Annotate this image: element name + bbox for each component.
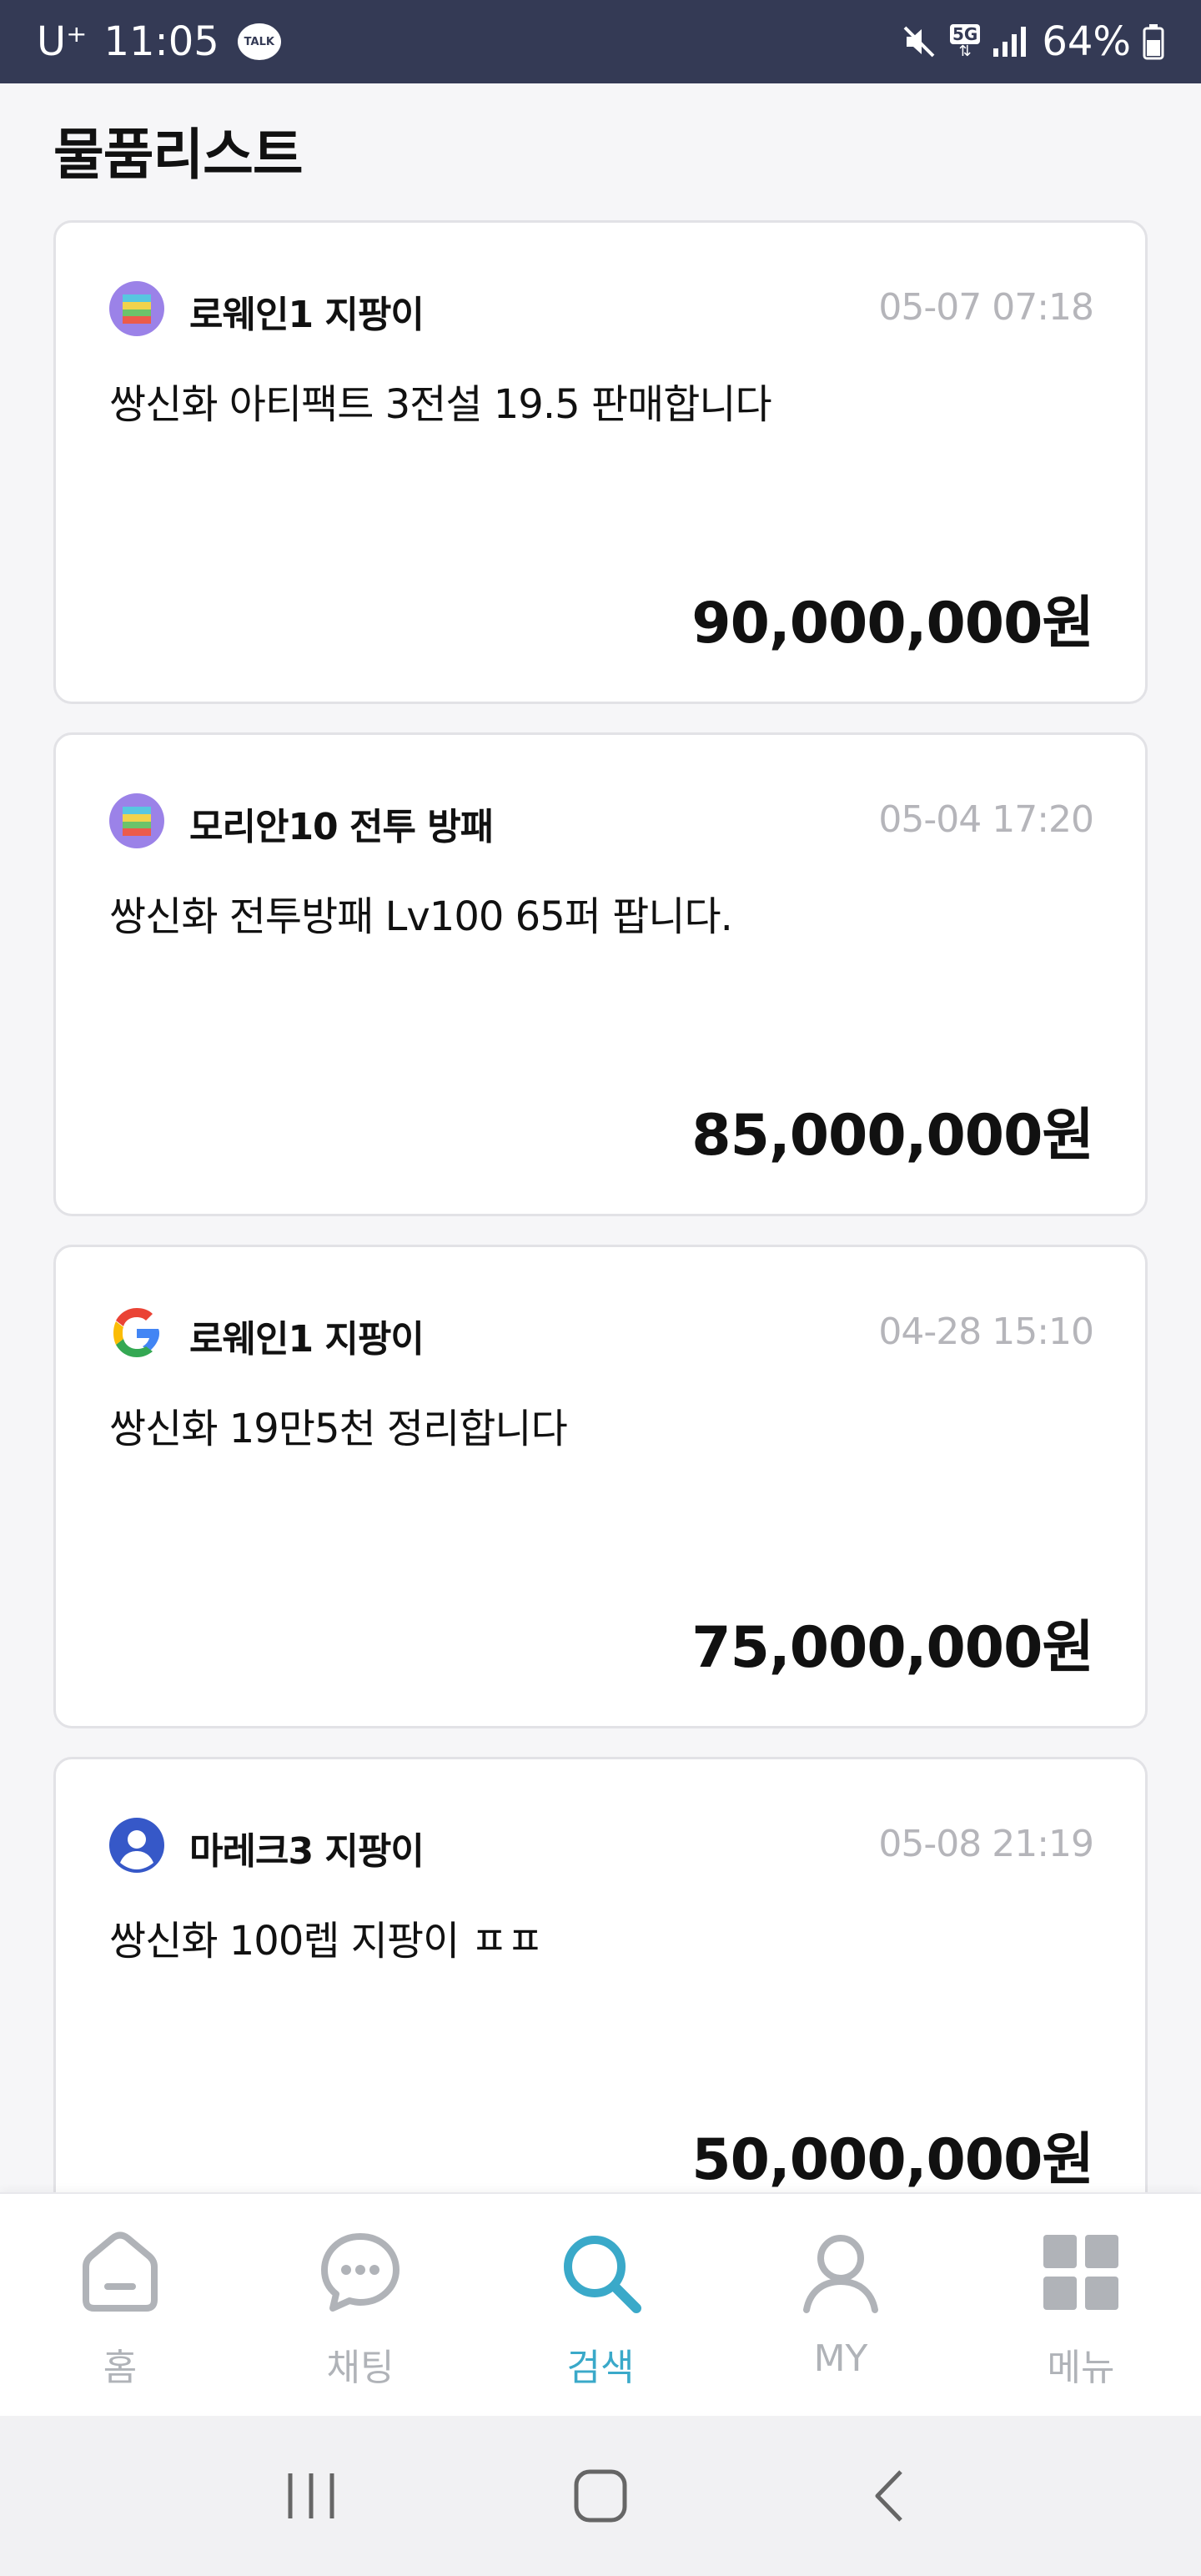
listing-date: 04-28 15:10 <box>878 1311 1094 1353</box>
battery-percent: 64% <box>1042 18 1131 65</box>
listing-server: 로웨인1 지팡이 <box>189 294 425 336</box>
mute-icon <box>903 26 935 58</box>
nav-search[interactable]: 검색 <box>480 2194 721 2416</box>
listing-price: 75,000,000원 <box>691 1615 1094 1681</box>
recent-apps-icon <box>288 2473 334 2518</box>
search-icon <box>550 2222 651 2322</box>
nav-chat[interactable]: 채팅 <box>240 2194 480 2416</box>
user-avatar-icon <box>109 1818 164 1873</box>
listing-price: 85,000,000원 <box>691 1103 1094 1169</box>
listing-card[interactable]: 마레크3 지팡이 05-08 21:19 쌍신화 100렙 지팡이 ㅍㅍ 50,… <box>53 1757 1148 2241</box>
recent-apps-button[interactable] <box>269 2454 353 2538</box>
listing-server: 모리안10 전투 방패 <box>189 806 494 848</box>
status-right: 5G ⇅ 64% <box>900 18 1164 65</box>
colorful-avatar-icon <box>109 281 164 336</box>
listing-date: 05-07 07:18 <box>878 286 1094 329</box>
page-title: 물품리스트 <box>53 123 304 187</box>
nav-chat-label: 채팅 <box>326 2347 394 2389</box>
person-icon <box>791 2222 891 2322</box>
colorful-avatar-icon <box>109 793 164 848</box>
nav-home-label: 홈 <box>103 2347 138 2389</box>
signal-icon <box>993 27 1027 57</box>
nav-search-label: 검색 <box>566 2347 635 2389</box>
nav-menu-label: 메뉴 <box>1047 2347 1115 2389</box>
listing-title: 쌍신화 19만5천 정리합니다 <box>109 1406 568 1452</box>
listing-server: 로웨인1 지팡이 <box>189 1318 425 1361</box>
listing-date: 05-08 21:19 <box>878 1823 1094 1865</box>
network-label: 5G <box>949 24 981 44</box>
home-button[interactable] <box>559 2454 642 2538</box>
nav-home[interactable]: 홈 <box>0 2194 240 2416</box>
listing-date: 05-04 17:20 <box>878 798 1094 841</box>
carrier-label: U⁺ <box>37 18 88 65</box>
listing-card[interactable]: 모리안10 전투 방패 05-04 17:20 쌍신화 전투방패 Lv100 6… <box>53 732 1148 1216</box>
chat-icon <box>310 2222 410 2322</box>
data-arrows-icon: ⇅ <box>958 43 972 60</box>
grid-menu-icon <box>1031 2222 1131 2322</box>
bottom-nav: 홈 채팅 검색 MY 메뉴 <box>0 2192 1201 2416</box>
battery-icon <box>1143 24 1164 60</box>
listing-price: 90,000,000원 <box>691 591 1094 657</box>
listing-title: 쌍신화 100렙 지팡이 ㅍㅍ <box>109 1918 544 1965</box>
home-icon <box>70 2222 170 2322</box>
system-nav-bar <box>0 2416 1201 2576</box>
network-badge: 5G ⇅ <box>949 24 981 60</box>
nav-menu[interactable]: 메뉴 <box>961 2194 1201 2416</box>
listing-title: 쌍신화 아티팩트 3전설 19.5 판매합니다 <box>109 381 772 428</box>
listing-card[interactable]: 로웨인1 지팡이 04-28 15:10 쌍신화 19만5천 정리합니다 75,… <box>53 1245 1148 1728</box>
kakao-talk-icon: TALK <box>237 23 281 60</box>
listing-card[interactable]: 로웨인1 지팡이 05-07 07:18 쌍신화 아티팩트 3전설 19.5 판… <box>53 220 1148 704</box>
listing-server: 마레크3 지팡이 <box>189 1830 425 1873</box>
status-bar: U⁺ 11:05 TALK 5G ⇅ 64% <box>0 0 1201 83</box>
kakao-talk-label: TALK <box>244 35 274 48</box>
listing-title: 쌍신화 전투방패 Lv100 65퍼 팝니다. <box>109 893 733 940</box>
status-time: 11:05 <box>103 18 219 65</box>
listing-price: 50,000,000원 <box>691 2127 1094 2193</box>
google-icon <box>113 1308 159 1357</box>
nav-my-label: MY <box>813 2337 868 2380</box>
nav-my[interactable]: MY <box>721 2194 961 2416</box>
back-button[interactable] <box>848 2454 932 2538</box>
status-left: U⁺ 11:05 TALK <box>37 18 281 65</box>
back-chevron-icon <box>875 2470 902 2522</box>
home-square-icon <box>574 2469 627 2523</box>
